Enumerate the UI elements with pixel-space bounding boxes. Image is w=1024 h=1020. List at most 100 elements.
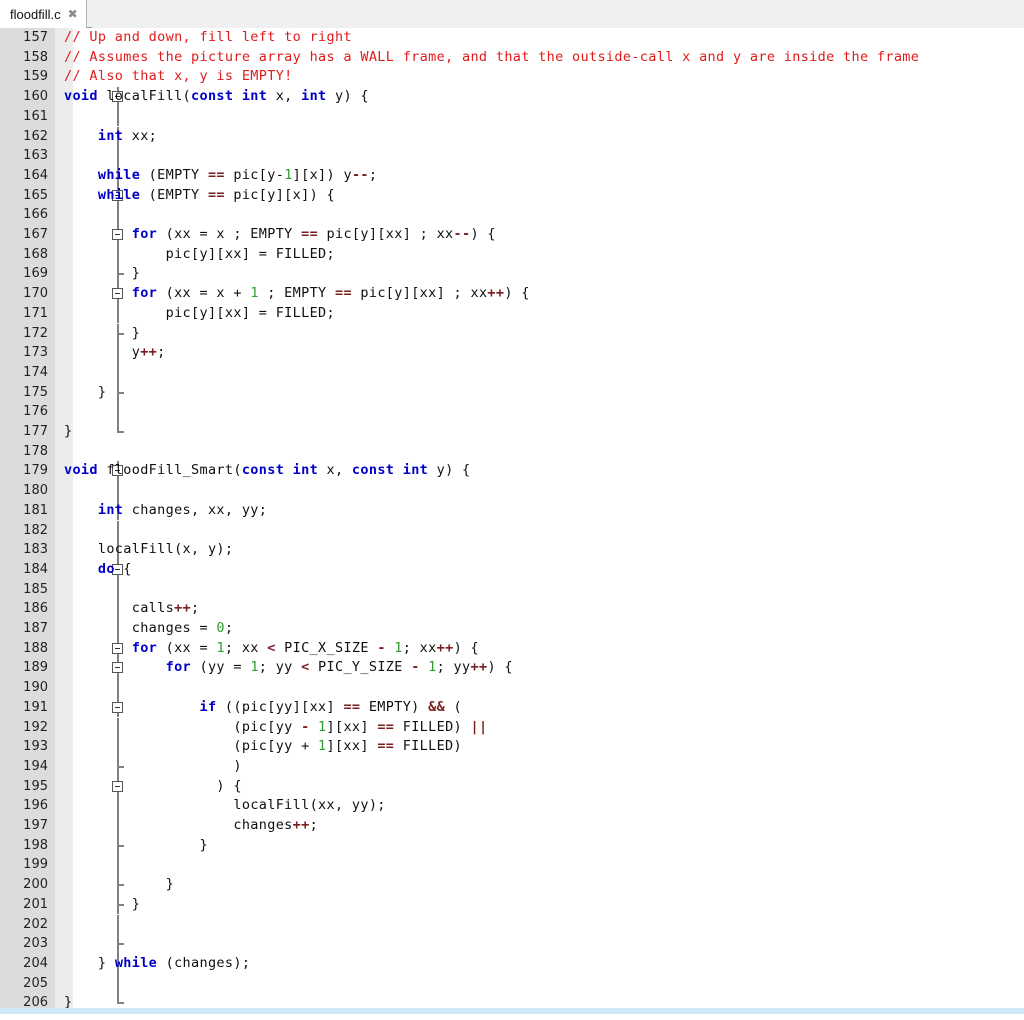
code-line[interactable]: 192 (pic[yy - 1][xx] == FILLED) || [0,718,1024,738]
code-line[interactable]: 189 for (yy = 1; yy < PIC_Y_SIZE - 1; yy… [0,658,1024,678]
code-text[interactable]: } [64,836,208,856]
code-line[interactable]: 163 [0,146,1024,166]
line-number: 171 [23,305,48,321]
code-line[interactable]: 173 y++; [0,343,1024,363]
code-line[interactable]: 205 [0,974,1024,994]
code-text[interactable]: void floodFill_Smart(const int x, const … [64,461,470,481]
code-text[interactable]: void localFill(const int x, int y) { [64,87,369,107]
code-line[interactable]: 183 localFill(x, y); [0,540,1024,560]
code-line[interactable]: 188 for (xx = 1; xx < PIC_X_SIZE - 1; xx… [0,639,1024,659]
code-text[interactable]: // Up and down, fill left to right [64,28,352,48]
token-cm: // Up and down, fill left to right [64,29,352,45]
code-text[interactable]: // Assumes the picture array has a WALL … [64,48,919,68]
code-text[interactable]: if ((pic[yy][xx] == EMPTY) && ( [64,698,462,718]
code-text[interactable]: } [64,324,140,344]
code-line[interactable]: 179 void floodFill_Smart(const int x, con… [0,461,1024,481]
code-line[interactable]: 168 pic[y][xx] = FILLED; [0,245,1024,265]
code-text[interactable]: for (xx = x + 1 ; EMPTY == pic[y][xx] ; … [64,284,530,304]
code-line[interactable]: 198 } [0,836,1024,856]
code-text[interactable]: pic[y][xx] = FILLED; [64,304,335,324]
code-text[interactable]: int changes, xx, yy; [64,501,267,521]
token-kw: if [199,698,217,715]
code-line[interactable]: 162 int xx; [0,127,1024,147]
code-line[interactable]: 181 int changes, xx, yy; [0,501,1024,521]
code-line[interactable]: 175 } [0,383,1024,403]
code-text[interactable]: } [64,895,140,915]
code-line[interactable]: 203 [0,934,1024,954]
code-text[interactable]: calls++; [64,599,200,619]
code-line[interactable]: 200 } [0,875,1024,895]
token-op: ++ [470,659,488,676]
code-line[interactable]: 176 [0,402,1024,422]
code-text[interactable]: int xx; [64,127,157,147]
code-text[interactable]: localFill(x, y); [64,540,233,560]
code-line[interactable]: 187 changes = 0; [0,619,1024,639]
line-number: 168 [23,246,48,262]
code-line[interactable]: 193 (pic[yy + 1][xx] == FILLED) [0,737,1024,757]
code-line[interactable]: 204 } while (changes); [0,954,1024,974]
code-line[interactable]: 172 } [0,324,1024,344]
code-line[interactable]: 191 if ((pic[yy][xx] == EMPTY) && ( [0,698,1024,718]
code-line[interactable]: 158 // Assumes the picture array has a WA… [0,48,1024,68]
code-text[interactable]: changes++; [64,816,318,836]
code-line[interactable]: 169 } [0,264,1024,284]
code-line[interactable]: 160 void localFill(const int x, int y) { [0,87,1024,107]
code-line[interactable]: 157 // Up and down, fill left to right [0,28,1024,48]
code-text[interactable]: changes = 0; [64,619,233,639]
code-text[interactable]: localFill(xx, yy); [64,796,386,816]
code-line[interactable]: 174 [0,363,1024,383]
code-text[interactable]: ) [64,757,242,777]
token-num: 1 [216,639,225,656]
code-line[interactable]: 195 ) { [0,777,1024,797]
code-line[interactable]: 194 ) [0,757,1024,777]
line-number: 174 [23,364,48,380]
code-text[interactable]: do { [64,560,132,580]
code-line[interactable]: 180 [0,481,1024,501]
code-text[interactable]: pic[y][xx] = FILLED; [64,245,335,265]
code-line[interactable]: 199 [0,855,1024,875]
code-text[interactable]: } [64,383,106,403]
code-line[interactable]: 159 // Also that x, y is EMPTY! [0,67,1024,87]
code-text[interactable]: for (yy = 1; yy < PIC_Y_SIZE - 1; yy++) … [64,658,513,678]
code-editor[interactable]: 157 // Up and down, fill left to right 158… [0,28,1024,1014]
code-line[interactable]: 182 [0,521,1024,541]
code-line[interactable]: 197 changes++; [0,816,1024,836]
code-text[interactable]: (pic[yy + 1][xx] == FILLED) [64,737,462,757]
code-line[interactable]: 167 for (xx = x ; EMPTY == pic[y][xx] ; … [0,225,1024,245]
code-line[interactable]: 177} [0,422,1024,442]
code-line[interactable]: 164 while (EMPTY == pic[y-1][x]) y--; [0,166,1024,186]
code-lines-container[interactable]: 157 // Up and down, fill left to right 158… [0,28,1024,1014]
code-text[interactable]: } while (changes); [64,954,250,974]
code-line[interactable]: 202 [0,915,1024,935]
code-text[interactable]: while (EMPTY == pic[y-1][x]) y--; [64,166,377,186]
code-line[interactable]: 196 localFill(xx, yy); [0,796,1024,816]
code-text[interactable]: ) { [64,777,242,797]
code-text[interactable]: for (xx = 1; xx < PIC_X_SIZE - 1; xx++) … [64,639,479,659]
code-line[interactable]: 165 while (EMPTY == pic[y][x]) { [0,186,1024,206]
code-text[interactable]: for (xx = x ; EMPTY == pic[y][xx] ; xx--… [64,225,496,245]
close-icon[interactable]: ✖ [68,8,78,20]
code-line[interactable]: 171 pic[y][xx] = FILLED; [0,304,1024,324]
code-line[interactable]: 190 [0,678,1024,698]
code-line[interactable]: 186 calls++; [0,599,1024,619]
code-line[interactable]: 166 [0,205,1024,225]
token-pl: ) { [64,777,242,794]
token-pl: ) { [453,639,479,656]
code-line[interactable]: 201 } [0,895,1024,915]
code-line[interactable]: 178 [0,442,1024,462]
code-text[interactable]: // Also that x, y is EMPTY! [64,67,293,87]
tab-floodfill-c[interactable]: floodfill.c ✖ [0,0,87,28]
code-line[interactable]: 170 for (xx = x + 1 ; EMPTY == pic[y][xx… [0,284,1024,304]
code-text[interactable]: } [64,264,140,284]
code-text[interactable]: y++; [64,343,166,363]
code-text[interactable]: } [64,422,72,442]
code-line[interactable]: 161 [0,107,1024,127]
code-line[interactable]: 184 do { [0,560,1024,580]
code-text[interactable]: } [64,875,174,895]
code-text[interactable]: (pic[yy - 1][xx] == FILLED) || [64,718,487,738]
code-text[interactable]: while (EMPTY == pic[y][x]) { [64,186,335,206]
code-line[interactable]: 185 [0,580,1024,600]
